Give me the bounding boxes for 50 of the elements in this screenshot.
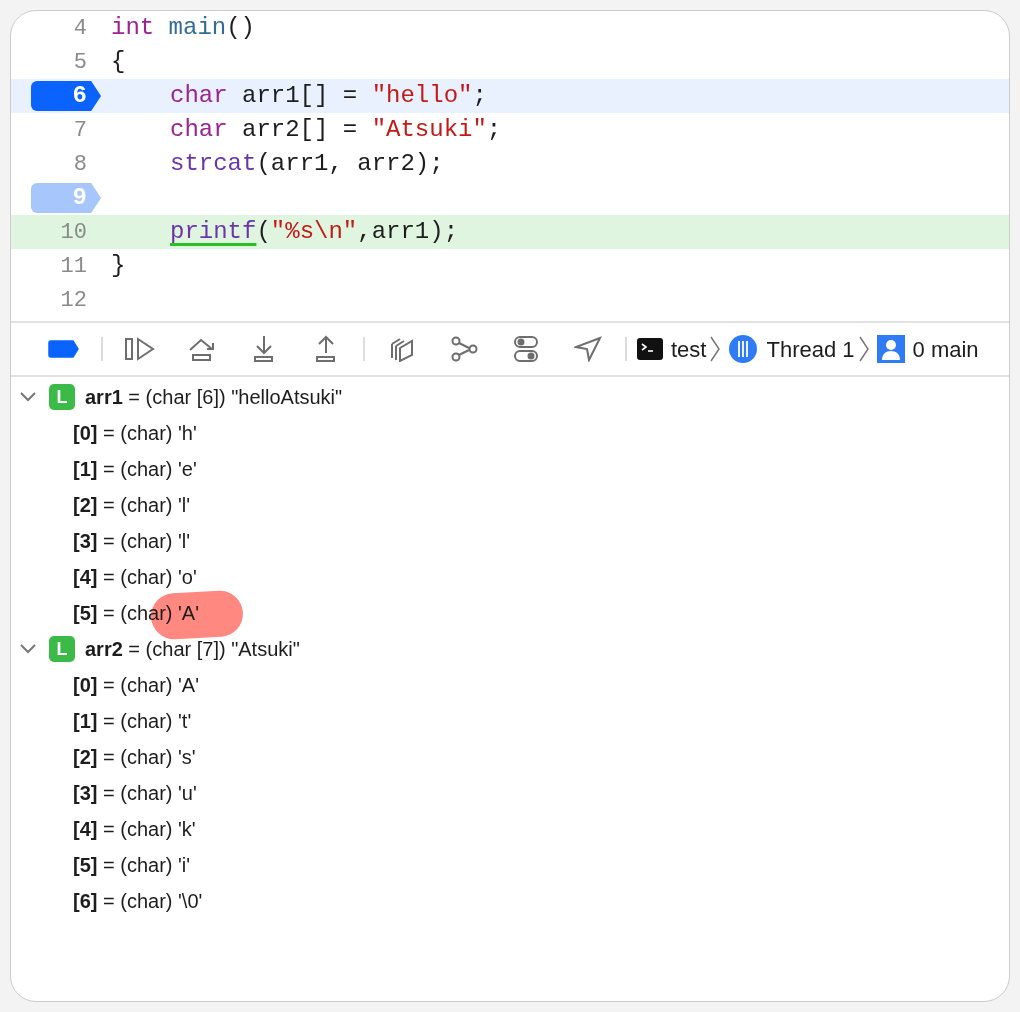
chevron-icon[interactable]	[19, 391, 37, 403]
nodes-icon[interactable]	[450, 336, 478, 362]
chevron-icon	[710, 336, 721, 362]
variable-value: [1] = (char) 't'	[73, 710, 192, 732]
variable-value: [3] = (char) 'l'	[73, 530, 191, 552]
breakpoint-toggle-icon[interactable]	[48, 340, 80, 358]
variable-value: [2] = (char) 'l'	[73, 494, 191, 516]
code-line: printf("%s\n",arr1);	[170, 217, 459, 247]
code-line: int main()	[111, 13, 256, 43]
variable-value: [2] = (char) 's'	[73, 746, 196, 768]
layers-icon[interactable]	[390, 336, 414, 362]
line-number: 10	[60, 218, 87, 247]
variable-value: arr1 = (char [6]) "helloAtsuki"	[85, 385, 343, 410]
line-number: 11	[60, 252, 87, 281]
step-out-icon[interactable]	[315, 335, 337, 363]
line-number: 4	[73, 14, 87, 43]
line-number: 5	[73, 48, 87, 77]
local-badge: L	[49, 384, 75, 410]
toggle-switches-icon[interactable]	[514, 335, 538, 363]
step-over-icon[interactable]	[188, 336, 216, 362]
breakpoint-marker[interactable]: 6	[31, 81, 101, 111]
location-arrow-icon[interactable]	[574, 336, 602, 362]
line-number: 12	[60, 286, 87, 315]
breadcrumb-item[interactable]: 0 main	[912, 332, 979, 366]
chevron-icon	[858, 336, 869, 362]
variable-value: [4] = (char) 'o'	[73, 566, 197, 588]
local-badge: L	[49, 636, 75, 662]
code-line: char arr2[] = "Atsuki";	[170, 115, 502, 145]
code-line: }	[111, 251, 126, 281]
variable-value: [1] = (char) 'e'	[73, 458, 197, 480]
variable-value: [6] = (char) '\0'	[73, 890, 203, 912]
person-icon	[876, 335, 905, 363]
line-number: 8	[73, 150, 87, 179]
variable-value: [4] = (char) 'k'	[73, 818, 196, 840]
code-line: {	[111, 47, 126, 77]
step-into-icon[interactable]	[253, 335, 275, 363]
breadcrumb-item[interactable]: test	[671, 332, 707, 366]
continue-icon[interactable]	[124, 337, 156, 361]
variable-value: [5] = (char) 'i'	[73, 854, 191, 876]
code-line: char arr1[] = "hello";	[170, 81, 487, 111]
breadcrumb-item[interactable]: Thread 1	[766, 332, 855, 366]
variable-value: [0] = (char) 'A'	[73, 674, 199, 696]
terminal-icon	[637, 338, 663, 360]
chevron-icon[interactable]	[19, 643, 37, 655]
variable-value: [0] = (char) 'h'	[73, 422, 197, 444]
variable-value: [3] = (char) 'u'	[73, 782, 197, 804]
variable-value: arr2 = (char [7]) "Atsuki"	[85, 637, 300, 662]
thread-icon	[728, 334, 759, 364]
code-line: strcat(arr1, arr2);	[170, 149, 444, 179]
line-number: 7	[73, 116, 87, 145]
